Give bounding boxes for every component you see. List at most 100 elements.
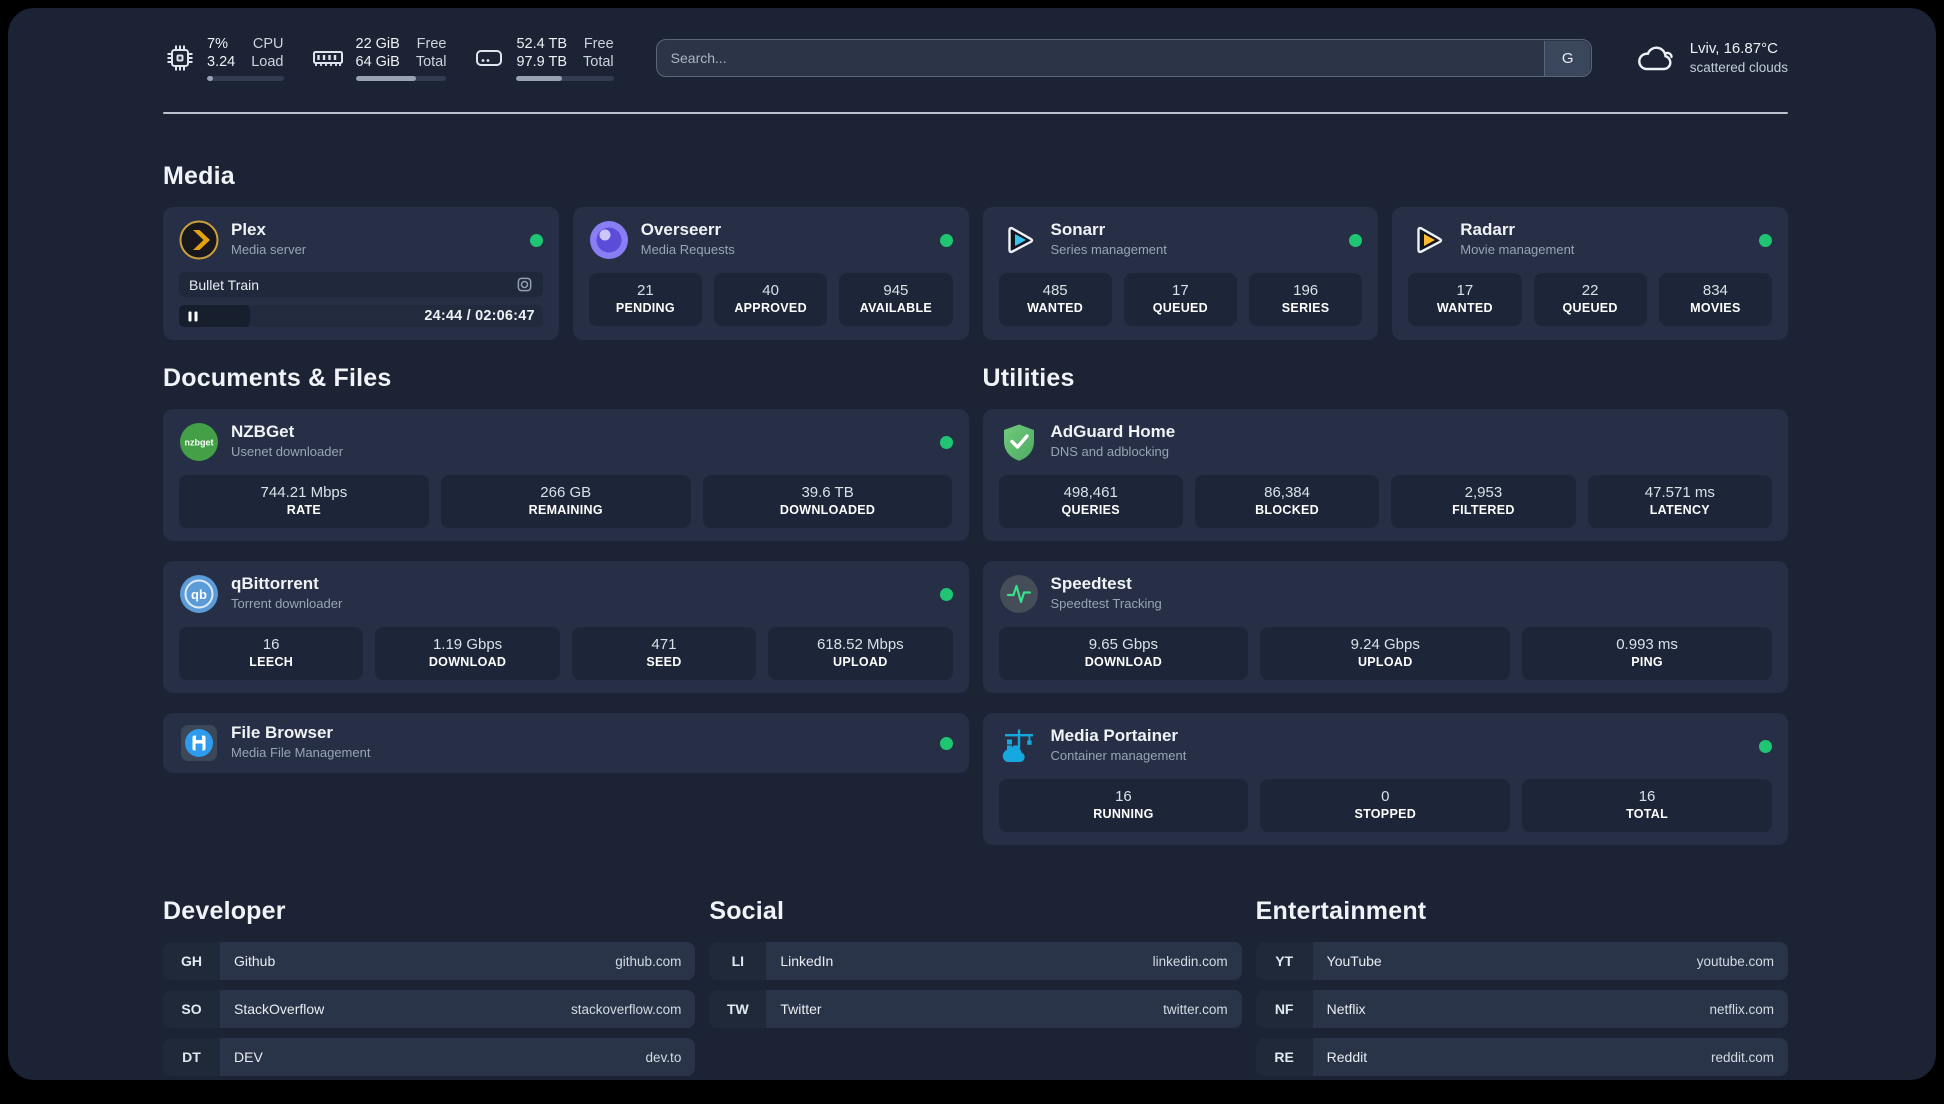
filebrowser-card[interactable]: File Browser Media File Management [163,713,969,773]
speedtest-subtitle: Speedtest Tracking [1050,596,1162,611]
link-stackoverflow[interactable]: SO StackOverflow stackoverflow.com [163,990,696,1028]
nzbget-icon: nzbget [180,423,218,461]
plex-card[interactable]: Plex Media server Bullet Train 24:44 / 0… [163,207,559,340]
cpu-stat: 7% 3.24 CPU Load [163,35,284,81]
disk-label-1: Free [583,36,614,52]
qbittorrent-status-dot [939,587,953,601]
link-dev[interactable]: DT DEV dev.to [163,1038,696,1076]
adguard-card[interactable]: AdGuard Home DNS and adblocking 498,461 Q… [982,409,1788,541]
link-reddit[interactable]: RE Reddit reddit.com [1255,1038,1788,1076]
cpu-value-load: 3.24 [207,54,236,70]
weather-location-temp: Lviv, 16.87°C [1689,40,1778,57]
now-playing-title: Bullet Train [189,276,260,293]
sonarr-title: Sonarr [1050,220,1106,239]
github-badge: GH [163,942,220,980]
svg-text:nzbget: nzbget [185,438,214,448]
stat-tile: 266 GB REMAINING [440,475,691,528]
radarr-status-dot [1759,233,1772,247]
stat-tile: 16 RUNNING [998,779,1249,832]
cpu-icon [167,45,193,71]
search-input[interactable] [655,39,1592,77]
stat-tile: 2,953 FILTERED [1391,475,1576,528]
cpu-value-percent: 7% [207,36,228,52]
plex-subtitle: Media server [231,242,307,257]
cpu-progress-bar [207,76,284,81]
plex-status-dot [529,233,543,247]
portainer-subtitle: Container management [1050,748,1187,763]
section-title-social: Social [709,897,785,925]
adguard-subtitle: DNS and adblocking [1050,444,1170,459]
sonarr-icon [1007,226,1033,254]
twitter-badge: TW [709,990,767,1028]
reddit-badge: RE [1255,1038,1313,1076]
netflix-badge: NF [1255,990,1313,1028]
stat-tile: 485 WANTED [998,273,1112,326]
stat-tile: 1.19 Gbps DOWNLOAD [375,627,560,680]
radarr-subtitle: Movie management [1460,242,1575,257]
link-twitter[interactable]: TW Twitter twitter.com [709,990,1242,1028]
header-divider [163,112,1788,114]
ram-progress-bar [355,76,447,81]
filebrowser-title: File Browser [231,723,334,742]
stat-tile: 471 SEED [571,627,757,680]
pause-icon[interactable] [188,311,198,322]
radarr-card[interactable]: Radarr Movie management 17 WANTED 22 QUEUE… [1392,207,1788,340]
stat-tile: 86,384 BLOCKED [1194,475,1380,528]
cpu-label-1: CPU [252,36,284,52]
link-youtube[interactable]: YT YouTube youtube.com [1255,942,1788,980]
link-netflix[interactable]: NF Netflix netflix.com [1255,990,1788,1028]
storage-stat: 52.4 TB 97.9 TB Free Total [472,35,614,81]
filebrowser-subtitle: Media File Management [231,745,371,760]
memory-stat: 22 GiB 64 GiB Free Total [310,35,447,81]
playback-progress-bar[interactable]: 24:44 / 02:06:47 [179,305,543,327]
system-stats: 7% 3.24 CPU Load 22 GiB 64 GiB Free Tota… [163,35,614,81]
stat-tile: 22 QUEUED [1533,273,1647,326]
link-linkedin[interactable]: LI LinkedIn linkedin.com [709,942,1242,980]
nzbget-status-dot [939,435,953,449]
developer-section: Developer GH Github github.com SO StackO… [163,897,696,1076]
portainer-icon [1002,729,1033,762]
ram-label-2: Total [415,54,447,70]
stat-tile: 47.571 ms LATENCY [1587,475,1772,528]
stat-tile: 834 MOVIES [1658,273,1772,326]
sonarr-status-dot [1349,233,1363,247]
header: 7% 3.24 CPU Load 22 GiB 64 GiB Free Tota… [163,30,1788,86]
search-bar: G [655,39,1592,77]
stat-tile: 9.65 Gbps DOWNLOAD [998,627,1249,680]
stat-tile: 17 QUEUED [1123,273,1237,326]
stat-tile: 0 STOPPED [1260,779,1511,832]
nzbget-card[interactable]: nzbget NZBGet Usenet downloader 744.21 M… [163,409,969,541]
disk-icon [476,50,503,66]
portainer-card[interactable]: Media Portainer Container management 16 R… [982,713,1788,845]
stat-tile: 16 LEECH [179,627,364,680]
stat-tile: 40 APPROVED [714,273,828,326]
qbittorrent-icon: qb [180,575,218,613]
disk-progress-bar [516,76,614,81]
weather-condition: scattered clouds [1689,60,1788,75]
stat-tile: 196 SERIES [1249,273,1363,326]
sonarr-card[interactable]: Sonarr Series management 485 WANTED 17 QUE… [982,207,1379,340]
filebrowser-status-dot [939,736,953,750]
stat-tile: 498,461 QUERIES [998,475,1183,528]
stat-tile: 39.6 TB DOWNLOADED [702,475,953,528]
stat-tile: 9.24 Gbps UPLOAD [1260,627,1511,680]
qbittorrent-card[interactable]: qb qBittorrent Torrent downloader 16 LEEC… [163,561,969,693]
adguard-title: AdGuard Home [1050,422,1176,441]
plex-icon [179,220,219,260]
link-github[interactable]: GH Github github.com [163,942,696,980]
ram-label-1: Free [416,36,447,52]
filebrowser-icon [181,725,217,761]
section-title-documents: Documents & Files [163,364,392,392]
search-engine-button[interactable]: G [1544,40,1591,76]
stat-tile: 17 WANTED [1408,273,1522,326]
social-section: Social LI LinkedIn linkedin.com TW Twitt… [709,897,1242,1028]
dev-badge: DT [163,1038,220,1076]
stat-tile: 16 TOTAL [1522,779,1772,832]
plex-title: Plex [231,220,266,239]
dashboard-panel: 7% 3.24 CPU Load 22 GiB 64 GiB Free Tota… [8,8,1936,1080]
overseerr-card[interactable]: Overseerr Media Requests 21 PENDING 40 APP… [572,207,969,340]
speedtest-card[interactable]: Speedtest Speedtest Tracking 9.65 Gbps DO… [982,561,1788,693]
linkedin-badge: LI [709,942,767,980]
cpu-label-2: Load [251,54,284,70]
speedtest-title: Speedtest [1050,574,1132,593]
